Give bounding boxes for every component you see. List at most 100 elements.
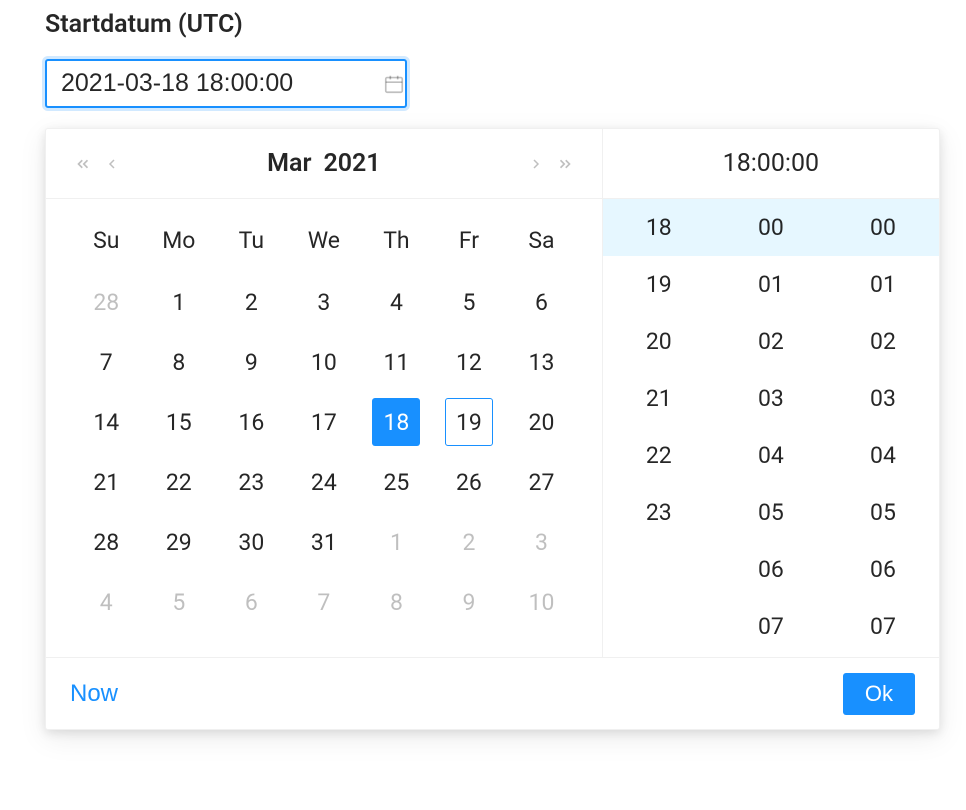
hour-option[interactable]: 19 xyxy=(603,256,715,313)
calendar-day-cell[interactable]: 22 xyxy=(143,452,216,512)
second-option[interactable]: 06 xyxy=(827,541,939,598)
minute-option[interactable]: 06 xyxy=(715,541,827,598)
second-option[interactable]: 03 xyxy=(827,370,939,427)
calendar-day-cell[interactable]: 29 xyxy=(143,512,216,572)
calendar-day-cell[interactable]: 28 xyxy=(70,512,143,572)
calendar-day-cell[interactable]: 12 xyxy=(433,332,506,392)
weekday-cell: Tu xyxy=(215,213,288,272)
calendar-day-cell[interactable]: 10 xyxy=(505,572,578,632)
minute-option[interactable]: 02 xyxy=(715,313,827,370)
ok-button[interactable]: Ok xyxy=(843,673,915,715)
calendar-week-row: 28293031123 xyxy=(70,512,578,572)
weekday-cell: Su xyxy=(70,213,143,272)
weekday-header-row: SuMoTuWeThFrSa xyxy=(70,213,578,272)
calendar-day-cell[interactable]: 23 xyxy=(215,452,288,512)
calendar-day-cell[interactable]: 28 xyxy=(70,272,143,332)
next-year-button[interactable] xyxy=(556,155,574,173)
prev-month-button[interactable] xyxy=(104,156,120,172)
next-month-button[interactable] xyxy=(528,156,544,172)
minutes-column[interactable]: 0001020304050607 xyxy=(715,199,827,657)
calendar-day-cell[interactable]: 2 xyxy=(433,512,506,572)
calendar-day-cell[interactable]: 5 xyxy=(433,272,506,332)
minute-option[interactable]: 04 xyxy=(715,427,827,484)
picker-body: Mar 2021 SuMoTuWeThFrSa 2812345678910111… xyxy=(46,129,939,657)
calendar-day-cell[interactable]: 8 xyxy=(143,332,216,392)
second-option[interactable]: 01 xyxy=(827,256,939,313)
calendar-day-cell[interactable]: 21 xyxy=(70,452,143,512)
minute-option[interactable]: 07 xyxy=(715,598,827,655)
calendar-day-cell[interactable]: 20 xyxy=(505,392,578,452)
weekday-cell: Fr xyxy=(433,213,506,272)
calendar-week-row: 78910111213 xyxy=(70,332,578,392)
calendar-grid: SuMoTuWeThFrSa 2812345678910111213141516… xyxy=(46,199,602,657)
second-option[interactable]: 02 xyxy=(827,313,939,370)
weekday-cell: Mo xyxy=(143,213,216,272)
calendar-day-cell[interactable]: 24 xyxy=(288,452,361,512)
calendar-week-row: 45678910 xyxy=(70,572,578,632)
calendar-day-cell[interactable]: 16 xyxy=(215,392,288,452)
second-option[interactable]: 00 xyxy=(827,199,939,256)
weekday-cell: We xyxy=(288,213,361,272)
minute-option[interactable]: 03 xyxy=(715,370,827,427)
calendar-week-row: 14151617181920 xyxy=(70,392,578,452)
calendar-day-cell[interactable]: 30 xyxy=(215,512,288,572)
prev-year-button[interactable] xyxy=(74,155,92,173)
calendar-day-cell[interactable]: 25 xyxy=(360,452,433,512)
calendar-day-cell[interactable]: 14 xyxy=(70,392,143,452)
second-option[interactable]: 05 xyxy=(827,484,939,541)
minute-option[interactable]: 05 xyxy=(715,484,827,541)
calendar-header: Mar 2021 xyxy=(46,129,602,199)
calendar-day-cell[interactable]: 13 xyxy=(505,332,578,392)
calendar-week-row: 28123456 xyxy=(70,272,578,332)
year-select[interactable]: 2021 xyxy=(323,149,380,178)
hour-option[interactable]: 22 xyxy=(603,427,715,484)
date-input[interactable] xyxy=(61,69,383,98)
calendar-day-cell[interactable]: 6 xyxy=(215,572,288,632)
calendar-day-cell[interactable]: 3 xyxy=(288,272,361,332)
time-header: 18:00:00 xyxy=(603,129,939,199)
hour-option[interactable]: 18 xyxy=(603,199,715,256)
calendar-icon xyxy=(383,73,405,95)
calendar-day-cell[interactable]: 31 xyxy=(288,512,361,572)
second-option[interactable]: 07 xyxy=(827,598,939,655)
calendar-day-cell[interactable]: 19 xyxy=(433,392,506,452)
calendar-day-cell[interactable]: 9 xyxy=(433,572,506,632)
calendar-day-cell[interactable]: 11 xyxy=(360,332,433,392)
calendar-day-cell[interactable]: 10 xyxy=(288,332,361,392)
calendar-day-cell[interactable]: 4 xyxy=(360,272,433,332)
minute-option[interactable]: 01 xyxy=(715,256,827,313)
field-label: Startdatum (UTC) xyxy=(45,10,966,39)
hour-option[interactable]: 20 xyxy=(603,313,715,370)
calendar-day-cell[interactable]: 2 xyxy=(215,272,288,332)
hour-option[interactable]: 23 xyxy=(603,484,715,541)
calendar-day-cell[interactable]: 5 xyxy=(143,572,216,632)
calendar-day-cell[interactable]: 9 xyxy=(215,332,288,392)
calendar-day-cell[interactable]: 15 xyxy=(143,392,216,452)
weekday-cell: Sa xyxy=(505,213,578,272)
weekday-cell: Th xyxy=(360,213,433,272)
calendar-day-cell[interactable]: 6 xyxy=(505,272,578,332)
calendar-day-cell[interactable]: 4 xyxy=(70,572,143,632)
calendar-day-cell[interactable]: 8 xyxy=(360,572,433,632)
calendar-day-cell[interactable]: 3 xyxy=(505,512,578,572)
calendar-day-cell[interactable]: 1 xyxy=(143,272,216,332)
minute-option[interactable]: 00 xyxy=(715,199,827,256)
calendar-day-cell[interactable]: 18 xyxy=(360,392,433,452)
month-select[interactable]: Mar xyxy=(267,149,311,178)
calendar-day-cell[interactable]: 1 xyxy=(360,512,433,572)
picker-footer: Now Ok xyxy=(46,657,939,729)
calendar-day-cell[interactable]: 27 xyxy=(505,452,578,512)
date-panel: Mar 2021 SuMoTuWeThFrSa 2812345678910111… xyxy=(46,129,602,657)
date-input-wrapper[interactable] xyxy=(45,59,407,108)
calendar-day-cell[interactable]: 26 xyxy=(433,452,506,512)
seconds-column[interactable]: 0001020304050607 xyxy=(827,199,939,657)
datetime-picker-panel: Mar 2021 SuMoTuWeThFrSa 2812345678910111… xyxy=(45,128,940,730)
hours-column[interactable]: 181920212223 xyxy=(603,199,715,657)
time-panel: 18:00:00 181920212223 0001020304050607 0… xyxy=(602,129,939,657)
calendar-day-cell[interactable]: 17 xyxy=(288,392,361,452)
now-button[interactable]: Now xyxy=(70,680,118,708)
second-option[interactable]: 04 xyxy=(827,427,939,484)
calendar-day-cell[interactable]: 7 xyxy=(70,332,143,392)
hour-option[interactable]: 21 xyxy=(603,370,715,427)
calendar-day-cell[interactable]: 7 xyxy=(288,572,361,632)
